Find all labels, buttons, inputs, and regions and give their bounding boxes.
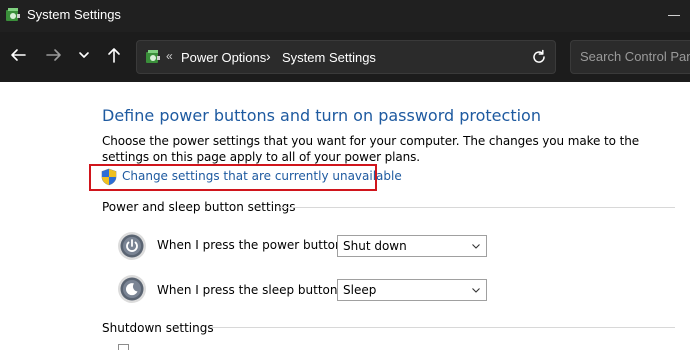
change-settings-link[interactable]: Change settings that are currently unava… xyxy=(122,169,402,183)
minimize-button[interactable] xyxy=(668,15,680,16)
chevron-down-icon xyxy=(472,244,480,249)
back-button[interactable] xyxy=(6,43,30,67)
title-bar: System Settings xyxy=(0,0,690,32)
refresh-icon[interactable] xyxy=(529,47,549,67)
up-button[interactable] xyxy=(102,43,126,67)
section-divider xyxy=(280,207,675,208)
arrow-right-icon xyxy=(46,49,61,61)
chevron-down-icon xyxy=(79,52,89,58)
shutdown-checkbox[interactable] xyxy=(118,344,129,350)
arrow-left-icon xyxy=(11,49,26,61)
search-placeholder: Search Control Panel xyxy=(580,49,690,64)
page-description: Choose the power settings that you want … xyxy=(102,134,639,164)
power-button-selected-value: Shut down xyxy=(343,239,407,253)
shutdown-section-title: Shutdown settings xyxy=(102,321,214,335)
breadcrumb-power-options[interactable]: Power Options xyxy=(181,50,266,65)
navigation-bar: « Power Options › System Settings Search… xyxy=(0,32,690,82)
search-input[interactable]: Search Control Panel xyxy=(570,40,690,74)
power-button-select[interactable]: Shut down xyxy=(337,235,487,257)
power-button-label: When I press the power button: xyxy=(157,238,347,252)
uac-shield-icon xyxy=(101,168,117,186)
sleep-button-icon xyxy=(118,275,146,303)
section-divider xyxy=(210,327,675,328)
main-content: Define power buttons and turn on passwor… xyxy=(0,82,690,350)
power-options-icon xyxy=(146,50,160,63)
sleep-button-selected-value: Sleep xyxy=(343,283,377,297)
chevron-down-icon xyxy=(472,288,480,293)
breadcrumb-system-settings[interactable]: System Settings xyxy=(282,50,376,65)
address-bar[interactable]: « Power Options › System Settings xyxy=(136,40,556,74)
window-title: System Settings xyxy=(27,7,121,22)
arrow-up-icon xyxy=(108,48,120,63)
page-heading: Define power buttons and turn on passwor… xyxy=(102,106,541,125)
forward-button[interactable] xyxy=(42,43,66,67)
power-button-icon xyxy=(118,232,146,260)
sleep-button-label: When I press the sleep button: xyxy=(157,283,342,297)
overflow-chevron-icon[interactable]: « xyxy=(166,49,173,63)
breadcrumb-separator-icon[interactable]: › xyxy=(266,48,271,64)
power-sleep-section-title: Power and sleep button settings xyxy=(102,200,296,214)
power-options-icon xyxy=(6,8,20,21)
recent-locations-button[interactable] xyxy=(72,43,96,67)
sleep-button-select[interactable]: Sleep xyxy=(337,279,487,301)
